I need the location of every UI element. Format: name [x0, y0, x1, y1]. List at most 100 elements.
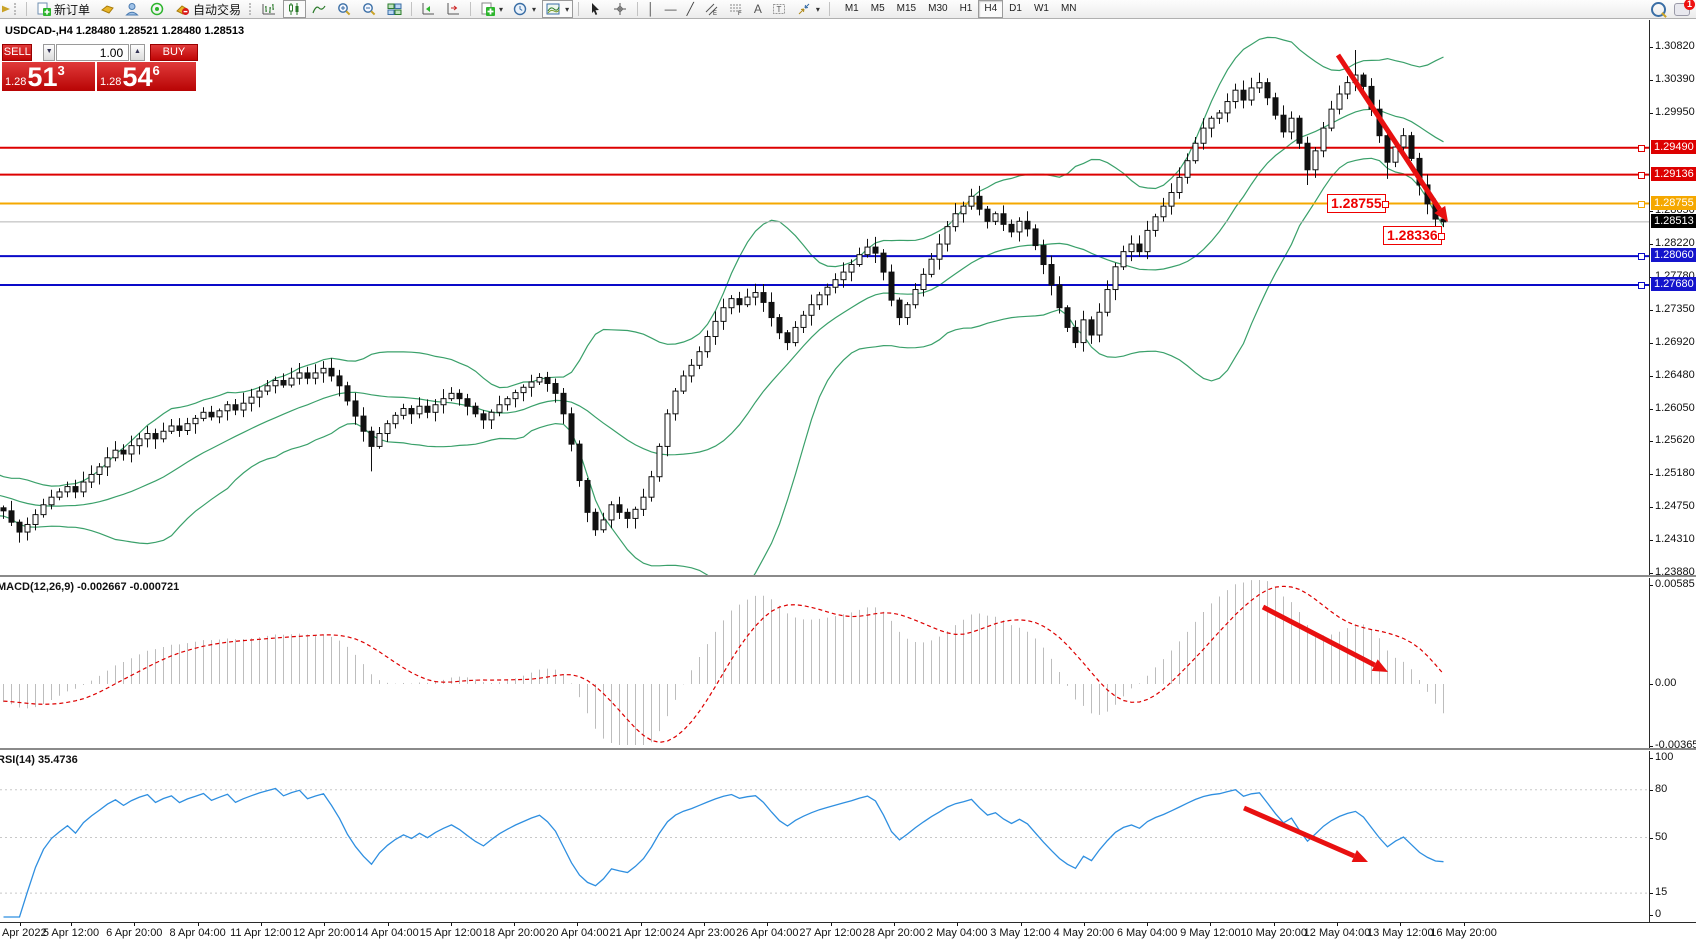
time-axis-label[interactable]: 3 May 12:00 [990, 927, 1051, 939]
rsi-panel-separator[interactable] [0, 748, 1696, 751]
candle-body[interactable] [1201, 128, 1206, 143]
indicators-button[interactable]: ▾ [476, 0, 507, 18]
rsi-indicator-chart[interactable] [0, 750, 1650, 922]
time-axis-label[interactable]: 10 May 20:00 [1240, 927, 1307, 939]
candle-body[interactable] [977, 196, 982, 209]
candle-body[interactable] [817, 295, 822, 305]
candle-body[interactable] [1153, 217, 1158, 231]
time-axis-label[interactable]: 27 Apr 12:00 [799, 927, 861, 939]
time-axis-label[interactable]: 12 May 04:00 [1304, 927, 1371, 939]
candle-body[interactable] [409, 409, 414, 414]
candle-body[interactable] [353, 401, 358, 416]
shapes-tool-button[interactable]: ▾ [793, 0, 824, 18]
sell-button[interactable]: SELL [2, 44, 32, 61]
candle-body[interactable] [969, 196, 974, 206]
time-axis-label[interactable]: Apr 2022 [2, 927, 47, 939]
candle-body[interactable] [681, 376, 686, 391]
candle-body[interactable] [249, 397, 254, 403]
candle-body[interactable] [1233, 90, 1238, 101]
candle-body[interactable] [289, 378, 294, 385]
trend-arrow-line[interactable] [1244, 808, 1354, 856]
timeframe-button-d1[interactable]: D1 [1003, 0, 1028, 18]
candle-body[interactable] [585, 481, 590, 513]
timeframe-button-m30[interactable]: M30 [922, 0, 953, 18]
candle-body[interactable] [1273, 98, 1278, 115]
candle-body[interactable] [889, 272, 894, 300]
candle-body[interactable] [233, 405, 238, 410]
line-handle[interactable] [1638, 282, 1645, 289]
candle-body[interactable] [121, 450, 126, 454]
time-axis-label[interactable]: 9 May 12:00 [1180, 927, 1241, 939]
candle-body[interactable] [881, 253, 886, 272]
zoom-out-button[interactable] [358, 0, 381, 18]
candle-body[interactable] [265, 386, 270, 391]
candle-body[interactable] [361, 416, 366, 431]
volume-down-button[interactable]: ▼ [43, 44, 55, 61]
candle-body[interactable] [905, 305, 910, 318]
candle-body[interactable] [145, 434, 150, 439]
candle-body[interactable] [1409, 136, 1414, 159]
period-button[interactable]: ▾ [509, 0, 540, 18]
trendline-tool-button[interactable]: ╱ [683, 0, 698, 18]
candle-body[interactable] [257, 391, 262, 397]
chat-icon[interactable]: 1 [1674, 3, 1690, 16]
time-axis-label[interactable]: 11 Apr 12:00 [230, 927, 292, 939]
trend-arrow-line[interactable] [1263, 607, 1375, 665]
candle-body[interactable] [505, 399, 510, 405]
candle-body[interactable] [1121, 252, 1126, 267]
search-icon[interactable] [1651, 2, 1666, 17]
candle-body[interactable] [569, 414, 574, 444]
time-axis-label[interactable]: 28 Apr 20:00 [863, 927, 925, 939]
line-handle[interactable] [1638, 253, 1645, 260]
price-level-label[interactable]: 1.28755 [1651, 196, 1696, 210]
candle-body[interactable] [1281, 115, 1286, 132]
candle-body[interactable] [65, 487, 70, 492]
candle-body[interactable] [689, 365, 694, 376]
time-axis-label[interactable]: 15 Apr 12:00 [420, 927, 482, 939]
time-axis-label[interactable]: 13 May 12:00 [1367, 927, 1434, 939]
candle-body[interactable] [9, 511, 14, 522]
candle-body[interactable] [1177, 177, 1182, 192]
new-order-button[interactable]: 新订单 [32, 0, 94, 18]
candle-body[interactable] [137, 439, 142, 446]
macd-panel-separator[interactable] [0, 575, 1696, 578]
candle-body[interactable] [785, 333, 790, 343]
candle-body[interactable] [401, 409, 406, 416]
candle-body[interactable] [713, 321, 718, 336]
candle-body[interactable] [1265, 83, 1270, 98]
candle-body[interactable] [873, 247, 878, 253]
candle-body[interactable] [753, 293, 758, 298]
candle-body[interactable] [657, 446, 662, 476]
candle-body[interactable] [985, 209, 990, 221]
candle-body[interactable] [865, 247, 870, 255]
candle-body[interactable] [1193, 143, 1198, 160]
price-level-label[interactable]: 1.28060 [1651, 248, 1696, 262]
candle-body[interactable] [809, 305, 814, 316]
candle-body[interactable] [529, 382, 534, 387]
candle-body[interactable] [57, 492, 62, 497]
timeframe-button-h1[interactable]: H1 [954, 0, 979, 18]
candle-body[interactable] [217, 411, 222, 417]
candle-body[interactable] [281, 380, 286, 385]
candle-body[interactable] [705, 337, 710, 352]
candle-body[interactable] [385, 424, 390, 434]
candle-body[interactable] [1089, 320, 1094, 335]
candle-body[interactable] [825, 287, 830, 295]
signal-button[interactable] [146, 0, 169, 18]
timeframe-button-mn[interactable]: MN [1055, 0, 1083, 18]
candle-body[interactable] [833, 280, 838, 288]
candle-body[interactable] [161, 431, 166, 439]
candle-body[interactable] [1329, 109, 1334, 128]
timeframe-button-h4[interactable]: H4 [978, 0, 1003, 18]
candle-body[interactable] [433, 405, 438, 413]
candle-body[interactable] [425, 406, 430, 412]
crosshair-tool-button[interactable] [609, 0, 632, 18]
candle-body[interactable] [1249, 88, 1254, 100]
candle-body[interactable] [1065, 308, 1070, 328]
candle-body[interactable] [673, 391, 678, 414]
candle-body[interactable] [921, 274, 926, 289]
candle-body[interactable] [769, 302, 774, 317]
candle-body[interactable] [897, 300, 902, 317]
time-axis-label[interactable]: 16 May 20:00 [1430, 927, 1497, 939]
candle-body[interactable] [465, 399, 470, 407]
